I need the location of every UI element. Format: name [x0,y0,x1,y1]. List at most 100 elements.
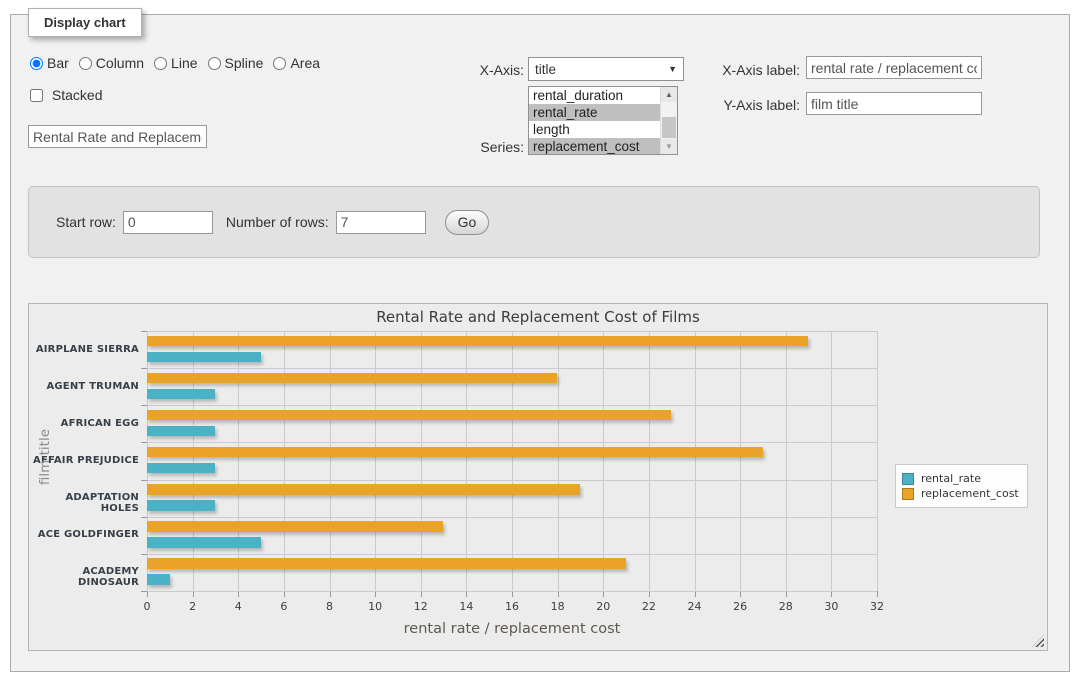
category-label: ADAPTATION HOLES [29,492,139,514]
stacked-checkbox[interactable] [30,89,43,102]
x-tick-label: 30 [816,600,846,613]
chart-type-option-area[interactable]: Area [273,55,320,71]
chart-type-option-column[interactable]: Column [79,55,144,71]
row-controls-toolbar: Start row: Number of rows: Go [28,186,1040,258]
x-tick-label: 24 [680,600,710,613]
series-option-rental_rate[interactable]: rental_rate [529,104,660,121]
y-tick [141,554,147,555]
x-tick-label: 8 [315,600,345,613]
x-tick-label: 12 [406,600,436,613]
legend-swatch [902,473,914,485]
x-tick-label: 18 [543,600,573,613]
go-button[interactable]: Go [445,210,490,235]
chart-type-radio-column[interactable] [79,57,92,70]
chart-type-label: Spline [225,55,264,71]
bar-replacement_cost [147,521,443,532]
gridline [238,331,239,591]
num-rows-input[interactable] [336,211,426,234]
x-axis-select[interactable]: title ▼ [528,57,684,81]
gridline [512,331,513,591]
scrollbar-down-icon[interactable]: ▼ [661,139,677,154]
x-axis-title: rental rate / replacement cost [147,621,877,637]
category-label: ACADEMY DINOSAUR [29,566,139,588]
x-tick-label: 4 [223,600,253,613]
bar-replacement_cost [147,484,580,495]
series-option-replacement_cost[interactable]: replacement_cost [529,138,660,155]
gridline [193,331,194,591]
bar-rental_rate [147,463,215,474]
gridline [147,405,877,406]
series-scrollbar[interactable]: ▲ ▼ [660,87,677,154]
display-chart-tab[interactable]: Display chart [28,8,142,37]
gridline [147,331,148,591]
gridline [421,331,422,591]
gridline [147,591,877,592]
y-tick [141,442,147,443]
gridline [147,554,877,555]
bar-rental_rate [147,537,261,548]
gridline [375,331,376,591]
category-label: AFRICAN EGG [29,418,139,429]
x-tick-label: 32 [862,600,892,613]
chart-type-label: Line [171,55,197,71]
gridline [284,331,285,591]
gridline [147,442,877,443]
chart-type-label: Area [290,55,320,71]
chart-type-radio-spline[interactable] [208,57,221,70]
chart-title-input[interactable] [28,125,207,148]
gridline [466,331,467,591]
legend-label: replacement_cost [921,487,1019,500]
x-tick-label: 20 [588,600,618,613]
chart-type-radiogroup: Bar Column Line Spline Area [30,55,330,71]
chart-type-radio-bar[interactable] [30,57,43,70]
x-tick-label: 14 [451,600,481,613]
y-tick [141,405,147,406]
chart-type-option-line[interactable]: Line [154,55,197,71]
gridline [558,331,559,591]
chart-type-option-bar[interactable]: Bar [30,55,69,71]
x-tick-label: 10 [360,600,390,613]
x-tick-label: 2 [178,600,208,613]
gridline [695,331,696,591]
chart-type-radio-area[interactable] [273,57,286,70]
scrollbar-up-icon[interactable]: ▲ [661,87,677,102]
x-tick-label: 16 [497,600,527,613]
stacked-label-text: Stacked [52,87,103,103]
legend-swatch [902,488,914,500]
gridline [147,480,877,481]
chart-type-label: Column [96,55,144,71]
series-option-length[interactable]: length [529,121,660,138]
legend-item-replacement_cost: replacement_cost [902,487,1019,500]
category-label: AIRPLANE SIERRA [29,344,139,355]
y-tick [141,480,147,481]
series-listbox[interactable]: rental_durationrental_ratelengthreplacem… [528,86,678,155]
x-axis-label-input[interactable] [806,56,982,79]
y-axis-label-input[interactable] [806,92,982,115]
bar-rental_rate [147,500,215,511]
legend-item-rental_rate: rental_rate [902,472,1019,485]
bar-replacement_cost [147,336,808,347]
chart: Rental Rate and Replacement Cost of Film… [28,303,1048,651]
chart-title: Rental Rate and Replacement Cost of Film… [29,308,1047,326]
chart-type-option-spline[interactable]: Spline [208,55,264,71]
x-tick-label: 22 [634,600,664,613]
x-tick [877,591,878,597]
legend-label: rental_rate [921,472,981,485]
x-tick-label: 6 [269,600,299,613]
bar-replacement_cost [147,447,763,458]
gridline [786,331,787,591]
series-option-rental_duration[interactable]: rental_duration [529,87,660,104]
stacked-checkbox-label[interactable]: Stacked [30,87,102,103]
scrollbar-thumb[interactable] [662,117,676,138]
y-axis-title: film title [37,429,53,485]
gridline [147,517,877,518]
chart-resize-handle[interactable] [1032,635,1044,647]
chart-type-radio-line[interactable] [154,57,167,70]
category-label: AGENT TRUMAN [29,381,139,392]
x-axis-field-label: X-Axis: [460,62,524,78]
num-rows-label: Number of rows: [226,214,329,230]
bar-rental_rate [147,352,261,363]
gridline [603,331,604,591]
start-row-input[interactable] [123,211,213,234]
y-axis-label-field-label: Y-Axis label: [700,97,800,113]
